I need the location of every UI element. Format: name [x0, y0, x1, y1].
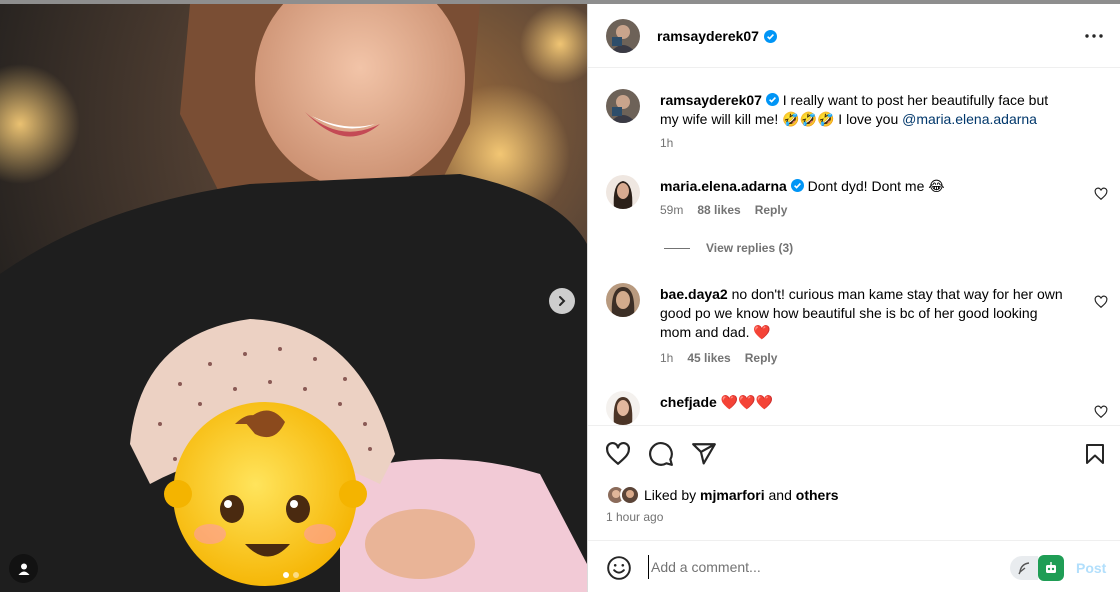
share-button[interactable]: [690, 440, 718, 468]
liked-by-conj: and: [768, 487, 792, 503]
more-horizontal-icon: [1085, 34, 1103, 38]
extension-button[interactable]: [1010, 556, 1038, 580]
comment-time[interactable]: 59m: [660, 203, 683, 217]
like-comment-heart-icon[interactable]: [1094, 187, 1108, 201]
view-replies-label[interactable]: View replies (3): [706, 241, 793, 255]
post-side-panel: ramsayderek07 ramsayderek07 I really wan…: [587, 4, 1120, 592]
commenter-avatar[interactable]: [606, 391, 640, 425]
post-header: ramsayderek07: [588, 4, 1120, 68]
chevron-right-icon: [559, 296, 566, 306]
liked-avatar[interactable]: [620, 485, 640, 505]
robot-icon: [1046, 562, 1056, 573]
comment-input[interactable]: [648, 555, 998, 579]
extension-button[interactable]: [1038, 555, 1064, 581]
post-photo: [0, 4, 587, 592]
carousel-indicator: [283, 572, 299, 578]
comments-list[interactable]: ramsayderek07 I really want to post her …: [588, 69, 1120, 425]
comment-meta: 59m 88 likes Reply: [660, 203, 787, 217]
comment-time[interactable]: 1h: [660, 351, 673, 365]
user-icon: [18, 563, 29, 575]
like-button[interactable]: [604, 440, 632, 468]
post-comment-button[interactable]: Post: [1076, 560, 1106, 576]
comment-username[interactable]: bae.daya2: [660, 286, 728, 302]
author-username[interactable]: ramsayderek07: [657, 28, 759, 44]
carousel-dot-2: [293, 572, 299, 578]
reply-button[interactable]: Reply: [745, 351, 778, 365]
save-button[interactable]: [1081, 440, 1109, 468]
verified-badge-icon: [765, 93, 779, 106]
comment-text: chefjade ❤️❤️❤️: [660, 393, 1065, 412]
author-username-row[interactable]: ramsayderek07: [657, 28, 777, 44]
tagged-users-button[interactable]: [9, 554, 38, 583]
liked-by-prefix: Liked by: [644, 487, 697, 503]
caption-username[interactable]: ramsayderek07: [660, 92, 762, 108]
feather-icon: [1018, 562, 1030, 575]
caption-avatar[interactable]: [606, 89, 640, 123]
emoji-picker-button[interactable]: [606, 555, 632, 581]
smiley-icon: [607, 556, 631, 580]
post-media[interactable]: [0, 4, 587, 592]
comment-button[interactable]: [647, 440, 675, 468]
more-options-button[interactable]: [1082, 24, 1106, 48]
add-comment-bar: Post: [588, 540, 1120, 592]
comment-body: ❤️❤️❤️: [720, 394, 773, 410]
liked-by-others-link[interactable]: others: [796, 487, 839, 503]
post-actions: Liked by mjmarfori and others 1 hour ago: [588, 425, 1120, 541]
next-image-button[interactable]: [549, 288, 575, 314]
comment-likes[interactable]: 88 likes: [697, 203, 740, 217]
comment-item: chefjade ❤️❤️❤️: [588, 391, 1120, 425]
extension-icons: [1010, 555, 1064, 581]
paper-plane-icon: [692, 443, 716, 465]
liked-by-avatars: [606, 485, 640, 505]
caption: ramsayderek07 I really want to post her …: [588, 89, 1120, 159]
comment-username[interactable]: maria.elena.adarna: [660, 178, 787, 194]
comment-item: bae.daya2 no don't! curious man kame sta…: [588, 283, 1120, 383]
verified-badge-icon: [763, 29, 777, 43]
commenter-avatar[interactable]: [606, 283, 640, 317]
comment-bubble-icon: [649, 442, 673, 466]
caption-mention-link[interactable]: @maria.elena.adarna: [902, 111, 1037, 127]
like-comment-heart-icon[interactable]: [1094, 405, 1108, 419]
post-timestamp[interactable]: 1 hour ago: [606, 510, 663, 524]
commenter-avatar[interactable]: [606, 175, 640, 209]
comment-likes[interactable]: 45 likes: [687, 351, 730, 365]
carousel-dot-1: [283, 572, 289, 578]
view-replies-button[interactable]: View replies (3): [664, 241, 793, 255]
heart-icon: [606, 441, 630, 465]
bookmark-icon: [1086, 444, 1104, 464]
comment-text: maria.elena.adarna Dont dyd! Dont me 😂: [660, 177, 1065, 196]
like-comment-heart-icon[interactable]: [1094, 295, 1108, 309]
comment-username[interactable]: chefjade: [660, 394, 717, 410]
comment-meta: 1h 45 likes Reply: [660, 351, 777, 365]
replies-divider-line: [664, 247, 690, 249]
author-avatar[interactable]: [606, 19, 640, 53]
caption-text: ramsayderek07 I really want to post her …: [660, 91, 1065, 129]
verified-badge-icon: [790, 179, 804, 192]
caption-time[interactable]: 1h: [660, 136, 673, 150]
liked-by-user-link[interactable]: mjmarfori: [700, 487, 765, 503]
comment-body: Dont dyd! Dont me 😂: [807, 178, 945, 194]
reply-button[interactable]: Reply: [755, 203, 788, 217]
likes-summary: Liked by mjmarfori and others: [606, 485, 839, 505]
comment-text: bae.daya2 no don't! curious man kame sta…: [660, 285, 1065, 342]
caption-meta: 1h: [660, 136, 673, 150]
